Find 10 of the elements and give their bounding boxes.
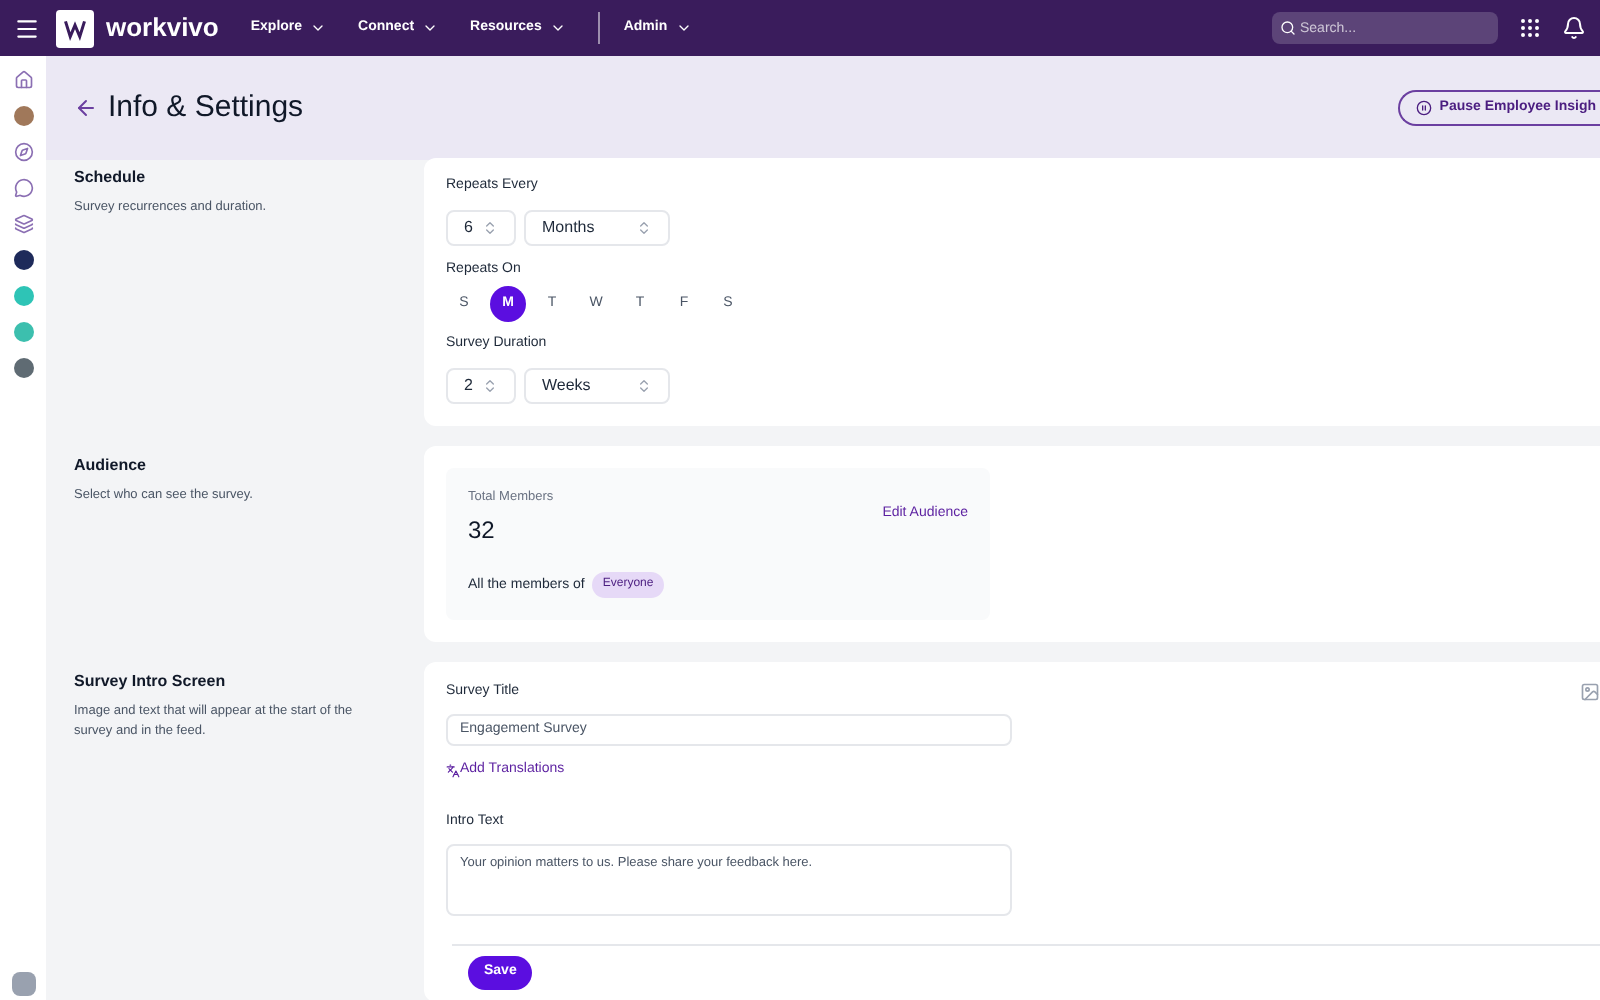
section-title: Survey Intro Screen bbox=[74, 670, 228, 695]
section-title: Schedule bbox=[74, 166, 148, 190]
duration-count-field[interactable]: 2 bbox=[446, 367, 516, 403]
repeat-unit-select[interactable]: Months bbox=[524, 209, 670, 245]
repeat-count-field[interactable]: 6 bbox=[446, 209, 516, 245]
total-members-count: 32 bbox=[468, 514, 497, 549]
brand-name: workvivo bbox=[106, 10, 219, 47]
section-title: Audience bbox=[74, 453, 149, 477]
page-title: Info & Settings bbox=[108, 87, 304, 128]
duration-unit-select[interactable]: Weeks bbox=[524, 367, 670, 403]
